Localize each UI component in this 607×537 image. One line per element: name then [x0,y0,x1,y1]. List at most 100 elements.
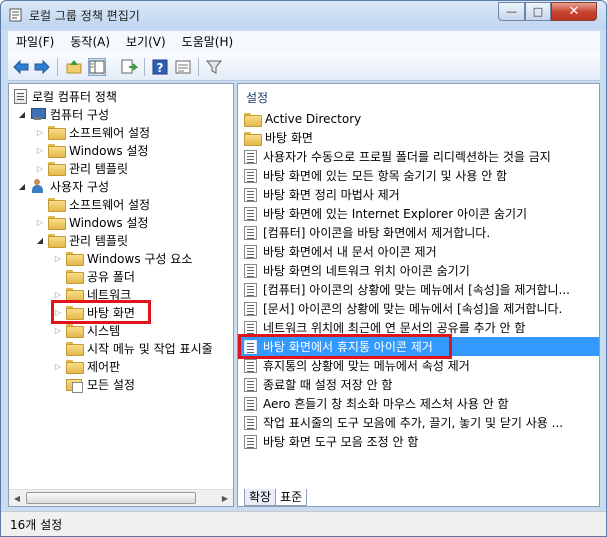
title-bar[interactable]: 로컬 그룹 정책 편집기 — □ ✕ [1,1,606,29]
user-icon [30,179,45,193]
collapsed-arrow-icon[interactable]: ▷ [53,289,63,299]
list-item[interactable]: Aero 흔들기 창 최소화 마우스 제스처 사용 안 함 [238,394,599,413]
collapsed-arrow-icon[interactable]: ▷ [35,217,45,227]
show-hide-tree-icon[interactable] [88,58,106,76]
folder-icon [66,306,84,320]
settings-list-pane[interactable]: 설정 Active Directory 바탕 화면 사용자가 수동으로 프로필 … [237,83,600,507]
menu-view[interactable]: 보기(V) [118,32,174,52]
tab-extended[interactable]: 확장 [244,489,277,506]
tree-item-desktop[interactable]: ▷ 바탕 화면 [53,303,135,321]
tree-item-computer-software-settings[interactable]: ▷ 소프트웨어 설정 [35,123,150,141]
list-item[interactable]: 네트워크 위치에 최근에 연 문서의 공유를 추가 안 함 [238,318,599,337]
tree-item-user-windows-settings[interactable]: ▷ Windows 설정 [35,213,148,231]
list-item-label: 휴지통의 상황에 맞는 메뉴에서 속성 제거 [263,359,470,373]
collapsed-arrow-icon[interactable]: ▷ [35,127,45,137]
list-header[interactable]: 설정 [246,89,268,106]
policy-setting-icon [244,225,257,240]
policy-setting-icon [244,320,257,335]
expanded-arrow-icon[interactable]: ◢ [35,235,45,245]
tree-item-shared-folders[interactable]: 공유 폴더 [53,267,135,285]
tree-item-computer-config[interactable]: ◢ 컴퓨터 구성 [17,105,109,123]
list-item[interactable]: 바탕 화면에서 내 문서 아이콘 제거 [238,242,599,261]
menu-action[interactable]: 동작(A) [62,32,118,52]
tab-standard[interactable]: 표준 [275,489,308,506]
policy-setting-icon [244,206,257,221]
list-item-label: 사용자가 수동으로 프로필 폴더를 리디렉션하는 것을 금지 [263,150,551,164]
up-folder-icon[interactable] [65,58,83,76]
folder-icon [66,324,84,338]
toolbar-separator [198,58,199,76]
list-item-label: Aero 흔들기 창 최소화 마우스 제스처 사용 안 함 [263,397,509,411]
export-list-icon[interactable] [120,58,138,76]
policy-setting-icon [244,434,257,449]
tree-item-computer-admin-templates[interactable]: ▷ 관리 템플릿 [35,159,128,177]
tree-item-label: 공유 폴더 [87,269,135,284]
list-item[interactable]: 바탕 화면 도구 모음 조정 안 함 [238,432,599,451]
close-button[interactable]: ✕ [551,2,597,21]
help-icon[interactable]: ? [151,58,169,76]
list-item-label: 바탕 화면 [265,131,313,145]
policy-setting-icon [244,358,257,373]
list-item[interactable]: 휴지통의 상황에 맞는 메뉴에서 속성 제거 [238,356,599,375]
horizontal-scrollbar[interactable]: ◀ ▶ [9,489,233,506]
properties-icon[interactable] [174,58,192,76]
tree-item-windows-components[interactable]: ▷ Windows 구성 요소 [53,249,192,267]
tree-item-label: 관리 템플릿 [69,161,129,176]
list-item[interactable]: Active Directory [238,109,599,128]
window-title: 로컬 그룹 정책 편집기 [29,9,140,23]
list-item[interactable]: 바탕 화면 정리 마법사 제거 [238,185,599,204]
tree-item-label: 소프트웨어 설정 [69,197,151,212]
list-item[interactable]: 사용자가 수동으로 프로필 폴더를 리디렉션하는 것을 금지 [238,147,599,166]
forward-icon[interactable] [33,58,51,76]
expanded-arrow-icon[interactable]: ◢ [17,181,27,191]
policy-setting-icon [244,396,257,411]
collapsed-arrow-icon[interactable]: ▷ [53,361,63,371]
list-item[interactable]: [컴퓨터] 아이콘을 바탕 화면에서 제거합니다. [238,223,599,242]
list-item-label: [문서] 아이콘의 상황에 맞는 메뉴에서 [속성]을 제거합니다. [263,302,563,316]
list-item[interactable]: 바탕 화면에 있는 모든 항목 숨기기 및 사용 안 함 [238,166,599,185]
tree-item-control-panel[interactable]: ▷ 제어판 [53,357,120,375]
list-item-selected[interactable]: 바탕 화면에서 휴지통 아이콘 제거 [238,337,599,356]
menu-help[interactable]: 도움말(H) [174,32,242,52]
policy-editor-icon [9,8,23,22]
tree-pane[interactable]: 로컬 컴퓨터 정책 ◢ 컴퓨터 구성 ▷ 소프트웨어 설정 ▷ Windows … [8,83,234,507]
tree-item-label: 네트워크 [87,287,132,302]
svg-text:?: ? [157,61,164,75]
list-item[interactable]: 바탕 화면에 있는 Internet Explorer 아이콘 숨기기 [238,204,599,223]
tree-item-label: 바탕 화면 [87,305,135,320]
tree-item-computer-windows-settings[interactable]: ▷ Windows 설정 [35,141,148,159]
back-icon[interactable] [12,58,30,76]
minimize-button[interactable]: — [498,2,525,21]
list-item-label: 바탕 화면의 네트워크 위치 아이콘 숨기기 [263,264,470,278]
policy-setting-icon [244,149,257,164]
list-item[interactable]: 종료할 때 설정 저장 안 함 [238,375,599,394]
scrollbar-thumb[interactable] [26,492,196,504]
tree-item-system[interactable]: ▷ 시스템 [53,321,120,339]
list-item-label: [컴퓨터] 아이콘의 상황에 맞는 메뉴에서 [속성]을 제거합니... [263,283,570,297]
policy-setting-icon [244,282,257,297]
collapsed-arrow-icon[interactable]: ▷ [53,307,63,317]
filter-icon[interactable] [205,58,223,76]
expanded-arrow-icon[interactable]: ◢ [17,109,27,119]
tree-item-network[interactable]: ▷ 네트워크 [53,285,131,303]
tree-item-user-software-settings[interactable]: 소프트웨어 설정 [35,195,150,213]
tree-item-start-menu-taskbar[interactable]: 시작 메뉴 및 작업 표시줄 [53,339,213,357]
maximize-button[interactable]: □ [525,2,551,21]
list-item[interactable]: [문서] 아이콘의 상황에 맞는 메뉴에서 [속성]을 제거합니다. [238,299,599,318]
collapsed-arrow-icon[interactable]: ▷ [35,163,45,173]
collapsed-arrow-icon[interactable]: ▷ [35,145,45,155]
collapsed-arrow-icon[interactable]: ▷ [53,325,63,335]
collapsed-arrow-icon[interactable]: ▷ [53,253,63,263]
list-item[interactable]: 바탕 화면 [238,128,599,147]
tree-item-all-settings[interactable]: 모든 설정 [53,375,135,393]
tree-item-user-config[interactable]: ◢ 사용자 구성 [17,177,109,195]
list-item[interactable]: 작업 표시줄의 도구 모음에 추가, 끌기, 놓기 및 닫기 사용 ... [238,413,599,432]
menu-file[interactable]: 파일(F) [8,32,62,52]
computer-icon [30,108,46,120]
list-item[interactable]: 바탕 화면의 네트워크 위치 아이콘 숨기기 [238,261,599,280]
scroll-left-icon[interactable]: ◀ [9,490,25,506]
scroll-right-icon[interactable]: ▶ [217,490,233,506]
tree-item-user-admin-templates[interactable]: ◢ 관리 템플릿 [35,231,128,249]
list-item[interactable]: [컴퓨터] 아이콘의 상황에 맞는 메뉴에서 [속성]을 제거합니... [238,280,599,299]
tree-root[interactable]: 로컬 컴퓨터 정책 [11,87,117,105]
